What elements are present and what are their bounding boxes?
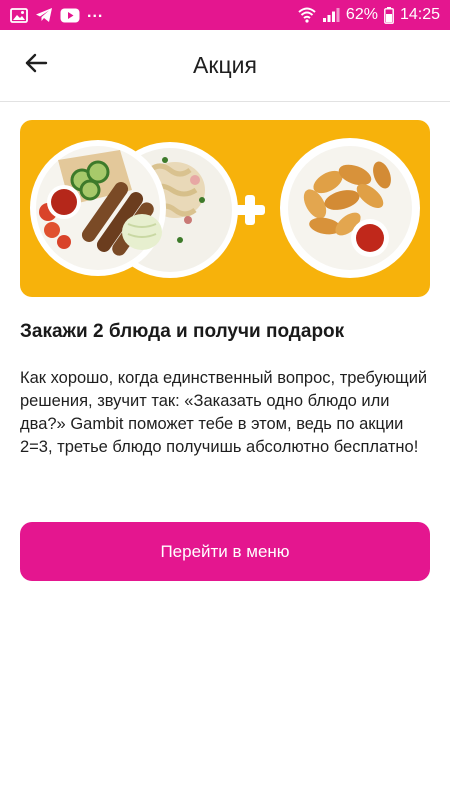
arrow-left-icon (24, 53, 48, 78)
youtube-icon (60, 8, 80, 23)
page-title: Акция (193, 52, 257, 78)
battery-percent: 62% (345, 6, 378, 23)
signal-icon (322, 7, 340, 23)
wifi-icon (298, 7, 316, 23)
battery-icon (384, 6, 394, 24)
status-bar: ... 62% 14:25 (0, 0, 450, 30)
more-notifications-indicator: ... (87, 4, 104, 21)
promo-description: Как хорошо, когда единственный вопрос, т… (20, 369, 428, 456)
app-bar: Акция (0, 30, 450, 102)
plus-icon (235, 195, 265, 225)
potato-plate (280, 138, 420, 278)
telegram-icon (35, 7, 53, 23)
gallery-icon (10, 7, 28, 23)
kebab-plate (30, 140, 166, 276)
status-left-group: ... (10, 4, 104, 23)
promo-heading: Закажи 2 блюда и получи подарок (20, 321, 345, 342)
go-to-menu-button[interactable]: Перейти в меню (20, 522, 430, 581)
status-right-group: 62% 14:25 (298, 6, 440, 24)
promo-banner-image (20, 120, 430, 297)
back-button[interactable] (14, 44, 58, 88)
clock: 14:25 (399, 6, 440, 23)
